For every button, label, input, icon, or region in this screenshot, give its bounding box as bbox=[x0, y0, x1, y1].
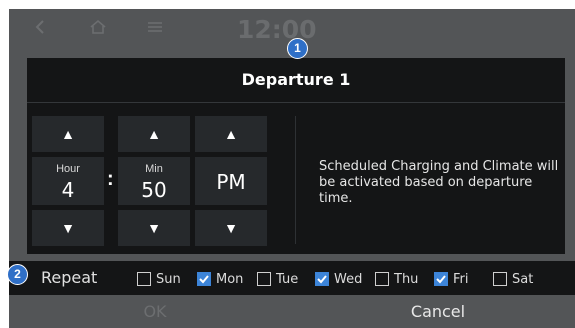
ampm-down-button[interactable]: ▼ bbox=[195, 210, 267, 246]
day-label: Wed bbox=[334, 271, 363, 287]
checkbox-checked-icon bbox=[315, 272, 329, 286]
dialog-title: Departure 1 bbox=[241, 70, 351, 89]
checkbox-unchecked-icon bbox=[137, 272, 151, 286]
time-separator: : bbox=[107, 168, 114, 190]
hour-down-button[interactable]: ▼ bbox=[32, 210, 104, 246]
day-checkbox-mon[interactable]: Mon bbox=[197, 270, 243, 288]
home-icon[interactable] bbox=[89, 19, 107, 40]
day-label: Fri bbox=[453, 271, 469, 287]
day-label: Tue bbox=[276, 271, 299, 287]
minute-down-button[interactable]: ▼ bbox=[118, 210, 190, 246]
ok-button[interactable]: OK bbox=[9, 295, 301, 328]
checkbox-checked-icon bbox=[434, 272, 448, 286]
day-checkbox-sat[interactable]: Sat bbox=[493, 270, 533, 288]
ampm-field[interactable]: PM bbox=[195, 157, 267, 205]
menu-icon[interactable] bbox=[147, 19, 163, 39]
bottom-buttons: OK Cancel bbox=[9, 295, 575, 328]
day-label: Sat bbox=[512, 271, 534, 287]
day-checkbox-wed[interactable]: Wed bbox=[315, 270, 362, 288]
info-message: Scheduled Charging and Climate will be a… bbox=[319, 159, 559, 206]
day-label: Mon bbox=[216, 271, 244, 287]
arrow-up-icon: ▲ bbox=[224, 126, 238, 142]
ampm-value: PM bbox=[216, 170, 246, 194]
checkbox-unchecked-icon bbox=[375, 272, 389, 286]
day-checkbox-sun[interactable]: Sun bbox=[137, 270, 181, 288]
minute-value: 50 bbox=[141, 178, 167, 202]
clock: 12:00 bbox=[237, 15, 317, 44]
vertical-divider bbox=[295, 116, 296, 244]
hour-field[interactable]: Hour 4 bbox=[32, 157, 104, 205]
minute-up-button[interactable]: ▲ bbox=[118, 116, 190, 152]
repeat-label: Repeat bbox=[41, 268, 98, 287]
checkbox-unchecked-icon bbox=[257, 272, 271, 286]
ampm-up-button[interactable]: ▲ bbox=[195, 116, 267, 152]
arrow-down-icon: ▼ bbox=[61, 220, 75, 236]
callout-1-badge: 1 bbox=[287, 38, 308, 59]
departure-dialog: Departure 1 ▲ Hour 4 ▼ : ▲ Min 50 ▼ ▲ PM… bbox=[27, 58, 565, 254]
hour-value: 4 bbox=[61, 178, 75, 202]
arrow-down-icon: ▼ bbox=[224, 220, 238, 236]
minute-field[interactable]: Min 50 bbox=[118, 157, 190, 205]
day-label: Sun bbox=[156, 271, 181, 287]
checkbox-checked-icon bbox=[197, 272, 211, 286]
cancel-button[interactable]: Cancel bbox=[301, 295, 575, 328]
day-label: Thu bbox=[394, 271, 419, 287]
day-checkbox-thu[interactable]: Thu bbox=[375, 270, 418, 288]
arrow-up-icon: ▲ bbox=[61, 126, 75, 142]
title-divider bbox=[27, 102, 565, 103]
hour-label: Hour bbox=[56, 163, 80, 175]
repeat-row: Repeat Sun Mon Tue Wed Thu Fri Sat bbox=[9, 261, 575, 295]
arrow-up-icon: ▲ bbox=[147, 126, 161, 142]
day-checkbox-fri[interactable]: Fri bbox=[434, 270, 469, 288]
arrow-down-icon: ▼ bbox=[147, 220, 161, 236]
checkbox-unchecked-icon bbox=[493, 272, 507, 286]
back-icon[interactable] bbox=[35, 19, 45, 40]
day-checkbox-tue[interactable]: Tue bbox=[257, 270, 298, 288]
callout-2-badge: 2 bbox=[7, 264, 28, 285]
hour-up-button[interactable]: ▲ bbox=[32, 116, 104, 152]
minute-label: Min bbox=[145, 163, 163, 175]
